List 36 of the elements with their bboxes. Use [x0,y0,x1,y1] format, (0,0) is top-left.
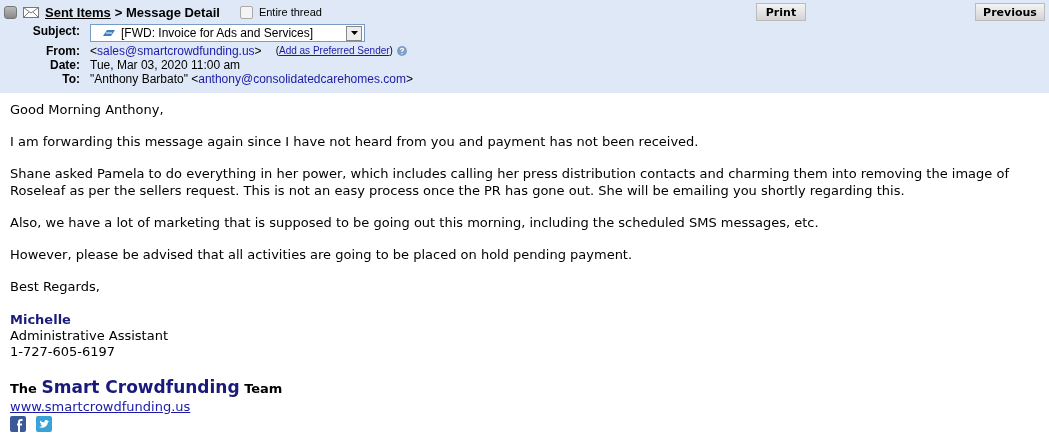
envelope-icon [23,6,39,18]
team-signature: The Smart Crowdfunding Team [10,377,284,399]
entire-thread-label: Entire thread [258,6,322,18]
entire-thread-checkbox[interactable] [239,5,253,19]
recipient-email-link[interactable]: anthony@consolidatedcarehomes.com [198,72,406,86]
dropdown-caret-button[interactable] [346,25,362,41]
print-button[interactable]: Print [756,3,806,21]
breadcrumb-current: > Message Detail [114,4,220,20]
signature-phone: 1-727-605-6197 [10,344,117,360]
message-paragraph: I am forwarding this message again since I have not heard from you and payment has not been received. [10,133,700,150]
signature-title: Administrative Assistant [10,328,169,344]
caret-icon [350,31,358,35]
recipient-address: "Anthony Barbato" <anthony@consolidatedcarehomes.com> [90,72,413,86]
message-paragraph: Also, we have a lot of marketing that is supposed to be going out this morning, including the scheduled SMS messages, etc. [10,214,820,231]
website-link[interactable]: www.smartcrowdfunding.us [10,399,1039,415]
message-paragraph: However, please be advised that all activities are going to be placed on hold pending payment. [10,246,634,263]
subject-dropdown[interactable]: [FWD: Invoice for Ads and Services] [90,24,365,42]
message-paragraph: Good Morning Anthony, [10,101,165,118]
message-icon [103,29,115,37]
bird-icon[interactable] [36,416,52,432]
field-label: To: [61,72,80,86]
sender-email-link[interactable]: sales@smartcrowdfunding.us [97,44,255,58]
signature-name: Michelle [10,312,72,328]
collapse-icon[interactable] [4,5,17,19]
facebook-icon[interactable] [10,416,26,432]
breadcrumb-link[interactable]: Sent Items [45,4,111,20]
previous-button[interactable]: Previous [975,3,1045,21]
message-paragraph: Best Regards, [10,278,101,295]
field-label: Date: [49,58,80,72]
help-icon[interactable] [396,46,407,56]
preferred-sender-action: (Add as Preferred Sender) [275,44,393,58]
message-paragraph: Shane asked Pamela to do everything in her power, which includes calling her press distribution contacts and charming them into removing the image of Roseleaf as per the sellers request. This is not an easy process once the PR has gone out. She will be emailing you shortly regarding this. [10,165,1011,199]
field-label: From: [45,44,80,58]
date-value: Tue, Mar 03, 2020 11:00 am [90,58,241,72]
field-label: Subject: [31,24,80,40]
sender-address: <sales@smartcrowdfunding.us> [90,44,262,58]
